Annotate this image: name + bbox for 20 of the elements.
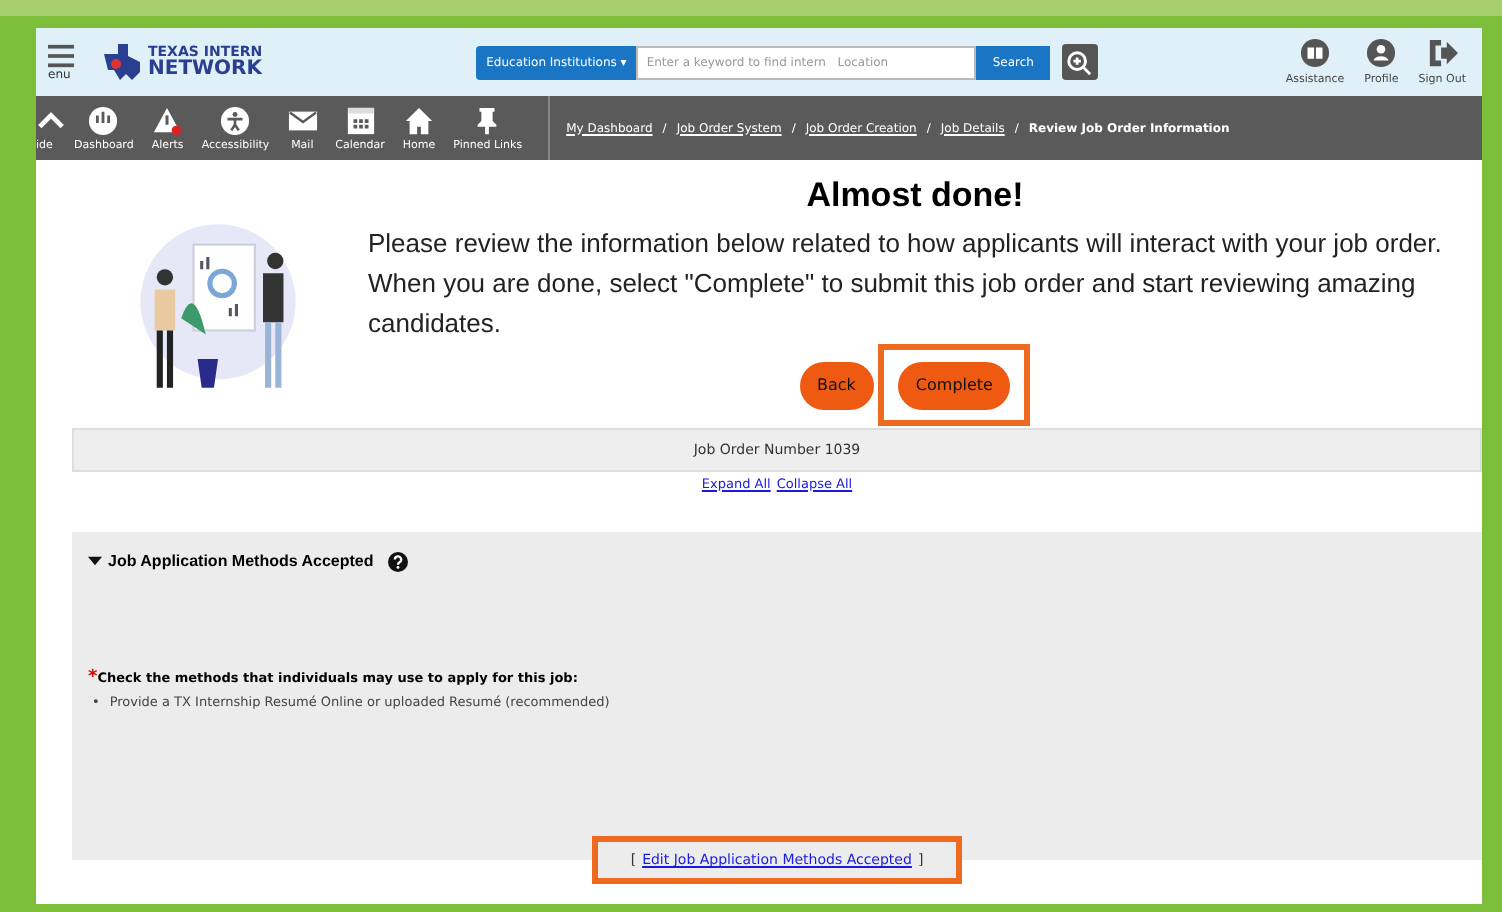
- zoom-button[interactable]: [1061, 44, 1098, 80]
- book-icon[interactable]: [1300, 38, 1331, 68]
- required-mark: *: [88, 667, 98, 687]
- instructions-text: Please review the information below related to how applicants will interact with your job order. When you are done, select "Complete" to submit this job order and start reviewing amazing candidates.: [368, 226, 1444, 342]
- logo-text: NETWORK: [148, 59, 263, 79]
- accessibility-icon[interactable]: [220, 105, 251, 135]
- menu-icon[interactable]: [48, 43, 74, 67]
- page-heading: Almost done!: [804, 176, 1026, 216]
- back-button[interactable]: Back: [799, 361, 874, 409]
- exit-icon[interactable]: [1427, 38, 1458, 68]
- gauge-icon[interactable]: [88, 105, 119, 135]
- alert-icon[interactable]: [152, 105, 183, 135]
- complete-button[interactable]: Complete: [897, 361, 1011, 409]
- state-map-icon: [100, 42, 144, 82]
- house-icon[interactable]: [404, 105, 435, 135]
- section-title[interactable]: Job Application Methods Accepted: [108, 552, 374, 570]
- calendar-icon[interactable]: [345, 105, 376, 135]
- help-icon[interactable]: [387, 551, 408, 571]
- person-icon[interactable]: [1366, 38, 1397, 68]
- caret-icon[interactable]: [88, 556, 102, 566]
